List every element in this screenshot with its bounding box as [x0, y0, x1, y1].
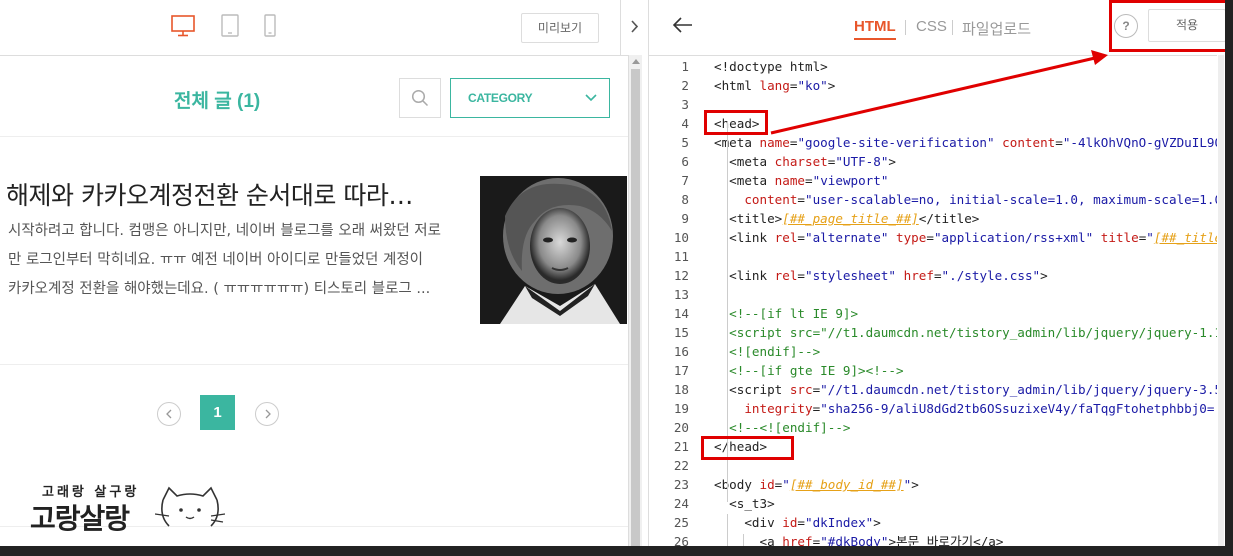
app-frame: 미리보기 전체 글 (1) CATEGORY 해제와 카카오계정전환 순서대로 …: [0, 0, 1225, 546]
annotation-arrow: [770, 50, 1108, 135]
